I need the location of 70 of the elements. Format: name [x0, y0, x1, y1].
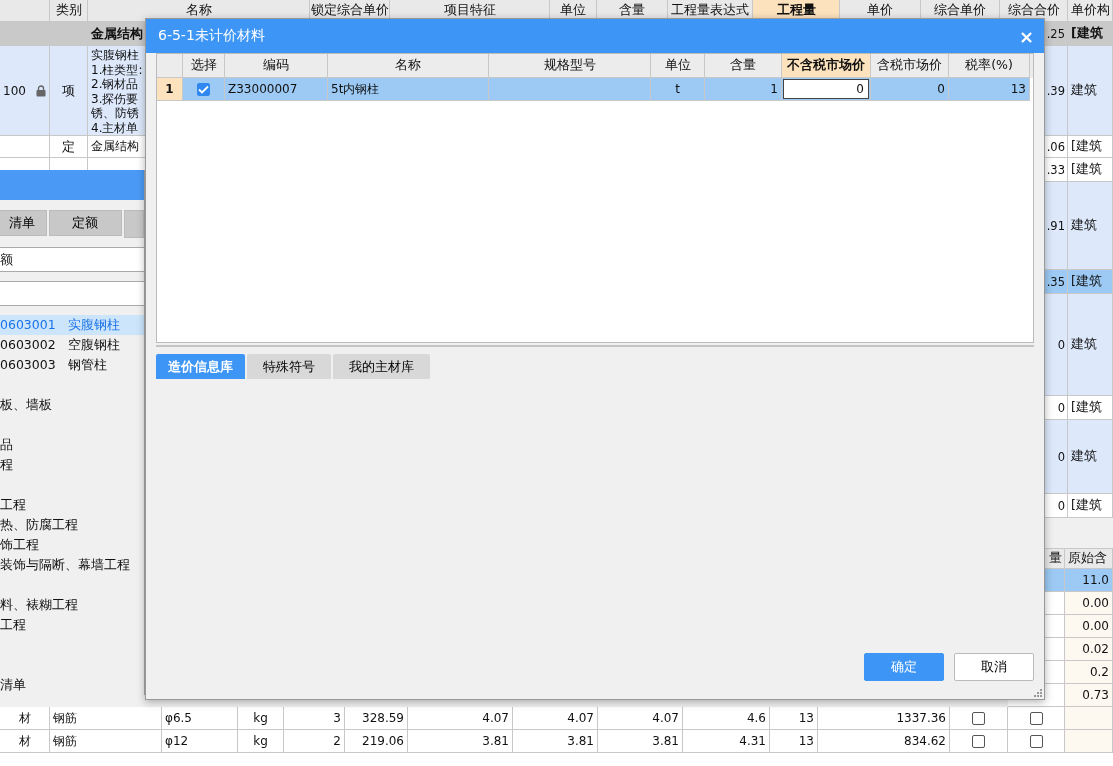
table-cell: kg — [253, 711, 268, 725]
table-cell: 0.02 — [1082, 642, 1109, 656]
table-cell: 5t内钢柱 — [331, 80, 380, 98]
table-cell: 3.81 — [567, 734, 594, 748]
table-cell: 金属结构 — [91, 24, 143, 43]
table-cell: 0 — [1057, 337, 1065, 352]
table-cell: 材 — [18, 732, 31, 750]
table-cell: kg — [253, 734, 268, 748]
table-cell: 建筑 — [1071, 336, 1097, 353]
table-cell: 建筑 — [1071, 82, 1097, 99]
table-cell: 4.31 — [739, 734, 766, 748]
table-cell: .33 — [1046, 162, 1065, 177]
table-cell: 定 — [62, 137, 75, 156]
table-cell: [建筑 — [1071, 273, 1102, 290]
table-cell: 100 — [3, 83, 26, 98]
table-cell: φ6.5 — [165, 711, 192, 725]
table-cell: 13 — [798, 734, 814, 748]
table-cell: 0.73 — [1082, 688, 1109, 702]
table-cell: 4.07 — [652, 711, 679, 725]
table-cell: 钢筋 — [53, 709, 77, 727]
table-cell: 0 — [937, 82, 945, 96]
description-line: 1.柱类型: — [91, 62, 143, 77]
description-line: 3.探伤要 — [91, 91, 140, 106]
dialog-title: 6-5-1未计价材料 — [158, 27, 265, 45]
description-line: 锈、防锈 — [91, 106, 140, 121]
table-cell: 4.07 — [482, 711, 509, 725]
table-cell: 1337.36 — [896, 711, 946, 725]
table-cell: 0.00 — [1082, 619, 1109, 633]
description-line: 4.主材单 — [91, 120, 140, 135]
table-cell: .39 — [1046, 83, 1065, 98]
table-cell: .25 — [1046, 26, 1065, 41]
table-cell: 3.81 — [482, 734, 509, 748]
table-cell: 项 — [62, 81, 75, 100]
table-cell: t — [675, 82, 680, 96]
table-cell: Z33000007 — [228, 82, 298, 96]
table-cell: 0 — [1057, 400, 1065, 415]
table-cell: 0.2 — [1089, 665, 1109, 679]
table-cell: .35 — [1046, 274, 1065, 289]
table-cell: 金属结构 — [91, 138, 139, 155]
table-cell: φ12 — [165, 734, 189, 748]
table-cell: [建筑 — [1071, 399, 1102, 416]
table-cell: [建筑 — [1071, 161, 1102, 178]
description-line: 2.钢材品 — [91, 77, 140, 92]
table-cell: 219.06 — [362, 734, 404, 748]
table-cell: [建筑 — [1071, 138, 1102, 155]
table-cell: 834.62 — [904, 734, 946, 748]
table-cell: 2 — [333, 734, 341, 748]
table-cell: 328.59 — [362, 711, 404, 725]
table-cell: [建筑 — [1071, 25, 1103, 42]
table-cell: 4.07 — [567, 711, 594, 725]
table-cell: 0 — [1057, 498, 1065, 513]
table-cell: 1 — [770, 82, 778, 96]
table-cell: 0.00 — [1082, 596, 1109, 610]
table-cell: .06 — [1046, 139, 1065, 154]
table-cell: 13 — [1010, 82, 1026, 96]
table-cell: 钢筋 — [53, 732, 77, 750]
table-cell: 材 — [18, 709, 31, 727]
table-cell: 建筑 — [1071, 217, 1097, 234]
table-cell: 13 — [798, 711, 814, 725]
table-cell: 建筑 — [1071, 448, 1097, 465]
table-cell: 4.6 — [746, 711, 766, 725]
column-header: 不含税市场价 — [782, 54, 871, 78]
table-cell: .91 — [1046, 218, 1065, 233]
table-cell: 3 — [333, 711, 341, 725]
description-line: 实腹钢柱 — [91, 48, 140, 63]
table-cell: 11.0 — [1082, 573, 1109, 587]
table-cell: [建筑 — [1071, 497, 1102, 514]
table-cell: 3.81 — [652, 734, 679, 748]
table-cell: 0 — [1057, 449, 1065, 464]
row-number: 1 — [157, 78, 183, 101]
